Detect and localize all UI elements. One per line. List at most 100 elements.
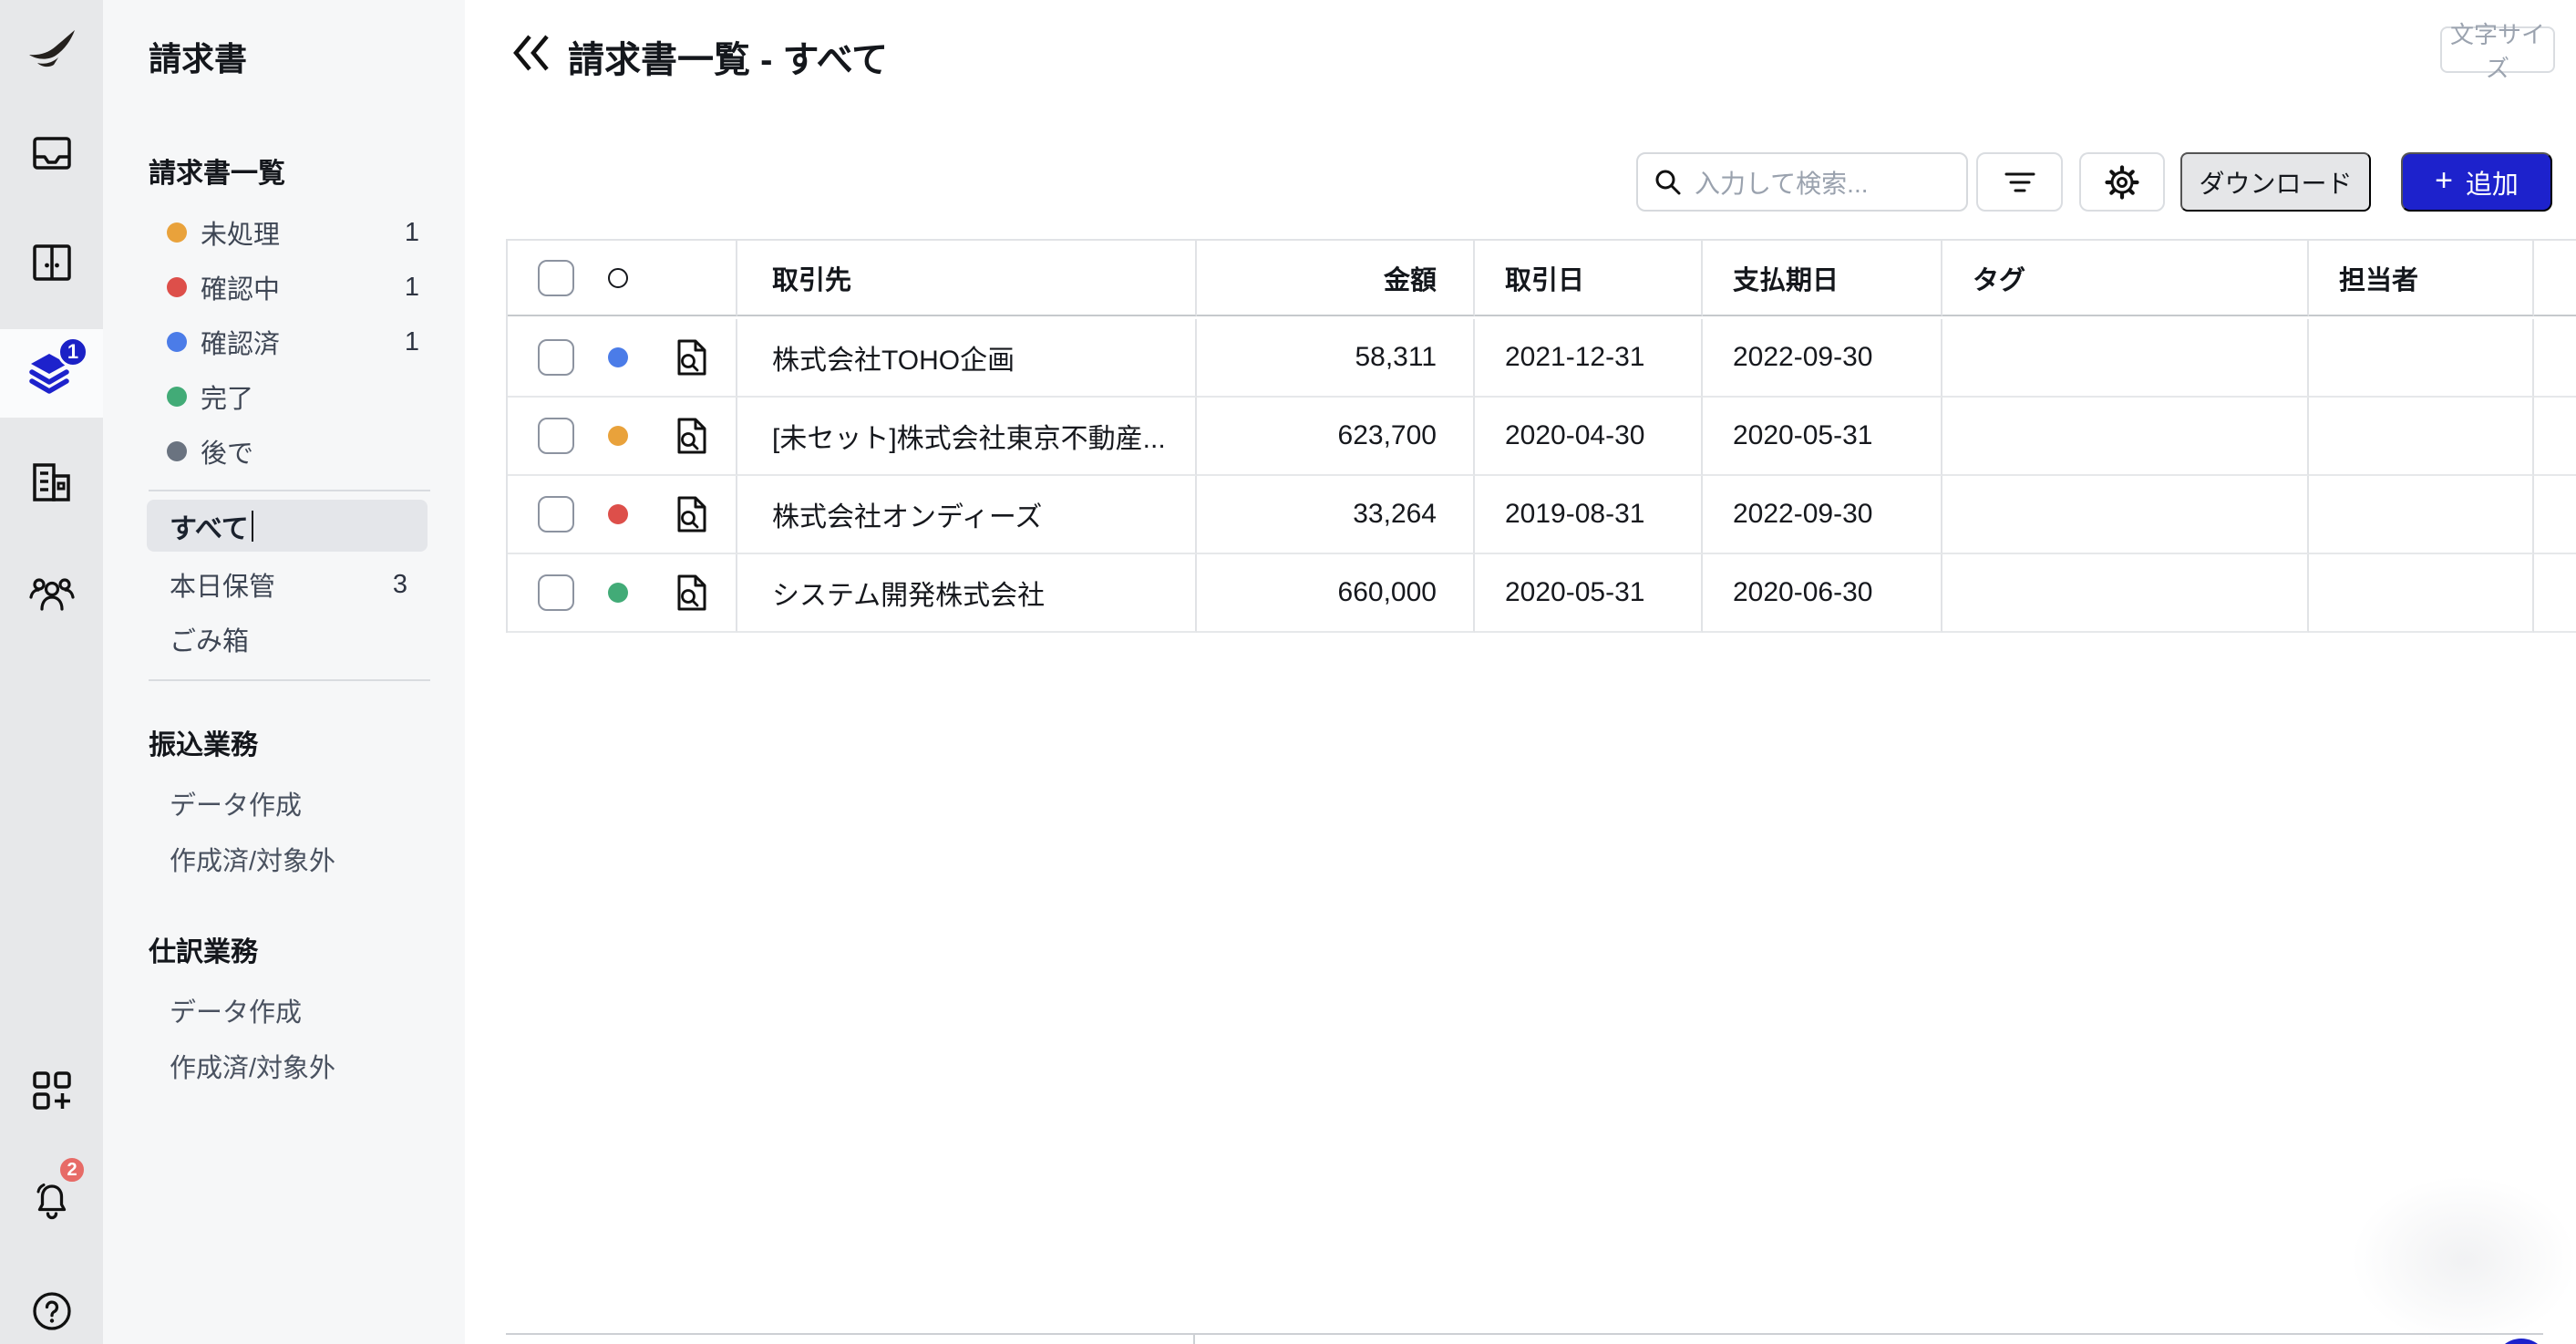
column-header-ghost [2534,241,2576,316]
sidebar-item-stored-today[interactable]: 本日保管 3 [170,568,419,601]
settings-button[interactable] [2079,152,2165,212]
plus-icon: + [2435,165,2453,196]
board-columns-icon [31,243,73,283]
members-icon [29,575,75,612]
sidebar: 請求書 請求書一覧 未処理 1 確認中 1 確認済 1 完了 後で [103,0,465,1344]
column-header-assignee[interactable]: 担当者 [2309,241,2534,316]
gear-icon [2105,165,2139,200]
sidebar-section-transfer: 振込業務 [149,722,258,762]
column-header-tag[interactable]: タグ [1942,241,2309,316]
rail-inbox[interactable] [0,109,103,197]
table-header-select [508,241,737,316]
column-header-date[interactable]: 取引日 [1475,241,1703,316]
row-select-cell [508,319,737,398]
sidebar-item-label: 完了 [201,377,419,416]
rail-company[interactable] [0,438,103,526]
sidebar-item-journal-create[interactable]: データ作成 [170,994,302,1027]
assignee-cell [2309,319,2534,398]
collapse-sidebar-button[interactable] [510,33,554,73]
row-status-dot [608,426,628,446]
file-preview-icon[interactable] [676,574,707,611]
row-status-dot [608,583,628,603]
company-building-icon [30,462,74,502]
sidebar-item-journal-created[interactable]: 作成済/対象外 [170,1049,335,1082]
sidebar-item-count: 1 [405,218,419,248]
status-dot-checked [167,332,187,352]
search-input[interactable]: 入力して検索... [1636,152,1968,212]
sidebar-section-invoice-list: 請求書一覧 [149,150,285,191]
column-header-client[interactable]: 取引先 [737,241,1197,316]
brand-logo[interactable] [0,5,103,93]
sidebar-item-all-selected[interactable]: すべて [147,500,428,552]
add-button[interactable]: + 追加 [2401,152,2552,212]
sidebar-item-done[interactable]: 完了 [167,380,419,413]
font-size-button[interactable]: 文字サイズ [2440,26,2555,73]
sidebar-item-checked[interactable]: 確認済 1 [167,326,419,358]
search-icon [1654,169,1682,196]
select-all-checkbox[interactable] [538,260,574,296]
add-button-label: 追加 [2466,163,2519,202]
column-header-due[interactable]: 支払期日 [1703,241,1942,316]
tag-cell [1942,319,2309,398]
file-preview-icon[interactable] [676,496,707,532]
sidebar-item-label: 確認済 [201,323,405,361]
assignee-cell [2309,554,2534,633]
status-column-header-icon[interactable] [608,268,628,288]
row-checkbox[interactable] [538,418,574,454]
sidebar-divider [149,490,430,491]
rail-invoices-active[interactable]: 1 [0,329,103,418]
sidebar-item-later[interactable]: 後で [167,435,419,468]
file-preview-icon[interactable] [676,339,707,376]
sidebar-item-transfer-created[interactable]: 作成済/対象外 [170,843,335,875]
status-dot-done [167,387,187,407]
sidebar-item-transfer-create[interactable]: データ作成 [170,787,302,820]
rail-notifications[interactable]: 2 [0,1155,103,1244]
tag-cell [1942,476,2309,554]
amount-cell: 33,264 [1197,476,1475,554]
row-status-dot [608,347,628,367]
row-select-cell [508,554,737,633]
sidebar-item-pending[interactable]: 未処理 1 [167,216,419,249]
notifications-bell-icon [31,1179,73,1221]
date-cell: 2020-05-31 [1475,554,1703,633]
client-cell[interactable]: [未セット]株式会社東京不動産... [737,398,1197,476]
client-cell[interactable]: システム開発株式会社 [737,554,1197,633]
sidebar-item-all-label: すべて [170,506,249,546]
due-cell: 2020-05-31 [1703,398,1942,476]
due-cell: 2022-09-30 [1703,319,1942,398]
column-header-amount[interactable]: 金額 [1197,241,1475,316]
client-cell[interactable]: 株式会社TOHO企画 [737,319,1197,398]
date-cell: 2019-08-31 [1475,476,1703,554]
client-cell[interactable]: 株式会社オンディーズ [737,476,1197,554]
ghost-cell [2534,398,2576,476]
sidebar-item-trash[interactable]: ごみ箱 [170,623,419,656]
icon-rail: 1 [0,0,103,1344]
row-checkbox[interactable] [538,574,574,611]
row-checkbox[interactable] [538,339,574,376]
rail-members[interactable] [0,549,103,637]
assignee-cell [2309,398,2534,476]
filter-button[interactable] [1976,152,2063,212]
rail-board[interactable] [0,218,103,306]
download-button[interactable]: ダウンロード [2180,152,2371,212]
date-cell: 2020-04-30 [1475,398,1703,476]
row-checkbox[interactable] [538,496,574,532]
status-dot-pending [167,222,187,243]
amount-cell: 623,700 [1197,398,1475,476]
rail-help[interactable] [0,1266,103,1344]
sidebar-divider [149,679,430,681]
invoices-badge: 1 [57,336,88,367]
file-preview-icon[interactable] [676,418,707,454]
sidebar-item-checking[interactable]: 確認中 1 [167,271,419,304]
sidebar-section-journal: 仕訳業務 [149,929,258,969]
notifications-badge: 2 [57,1155,87,1184]
sidebar-item-label: 本日保管 [170,565,393,604]
rail-apps-add[interactable] [0,1046,103,1134]
sidebar-item-label: ごみ箱 [170,620,419,658]
row-status-dot [608,504,628,524]
table-footer-column-divider [1193,1333,1195,1344]
sidebar-app-title: 請求書 [149,33,247,80]
double-chevron-left-icon [510,33,554,73]
sidebar-item-count: 1 [405,327,419,357]
ghost-cell [2534,319,2576,398]
